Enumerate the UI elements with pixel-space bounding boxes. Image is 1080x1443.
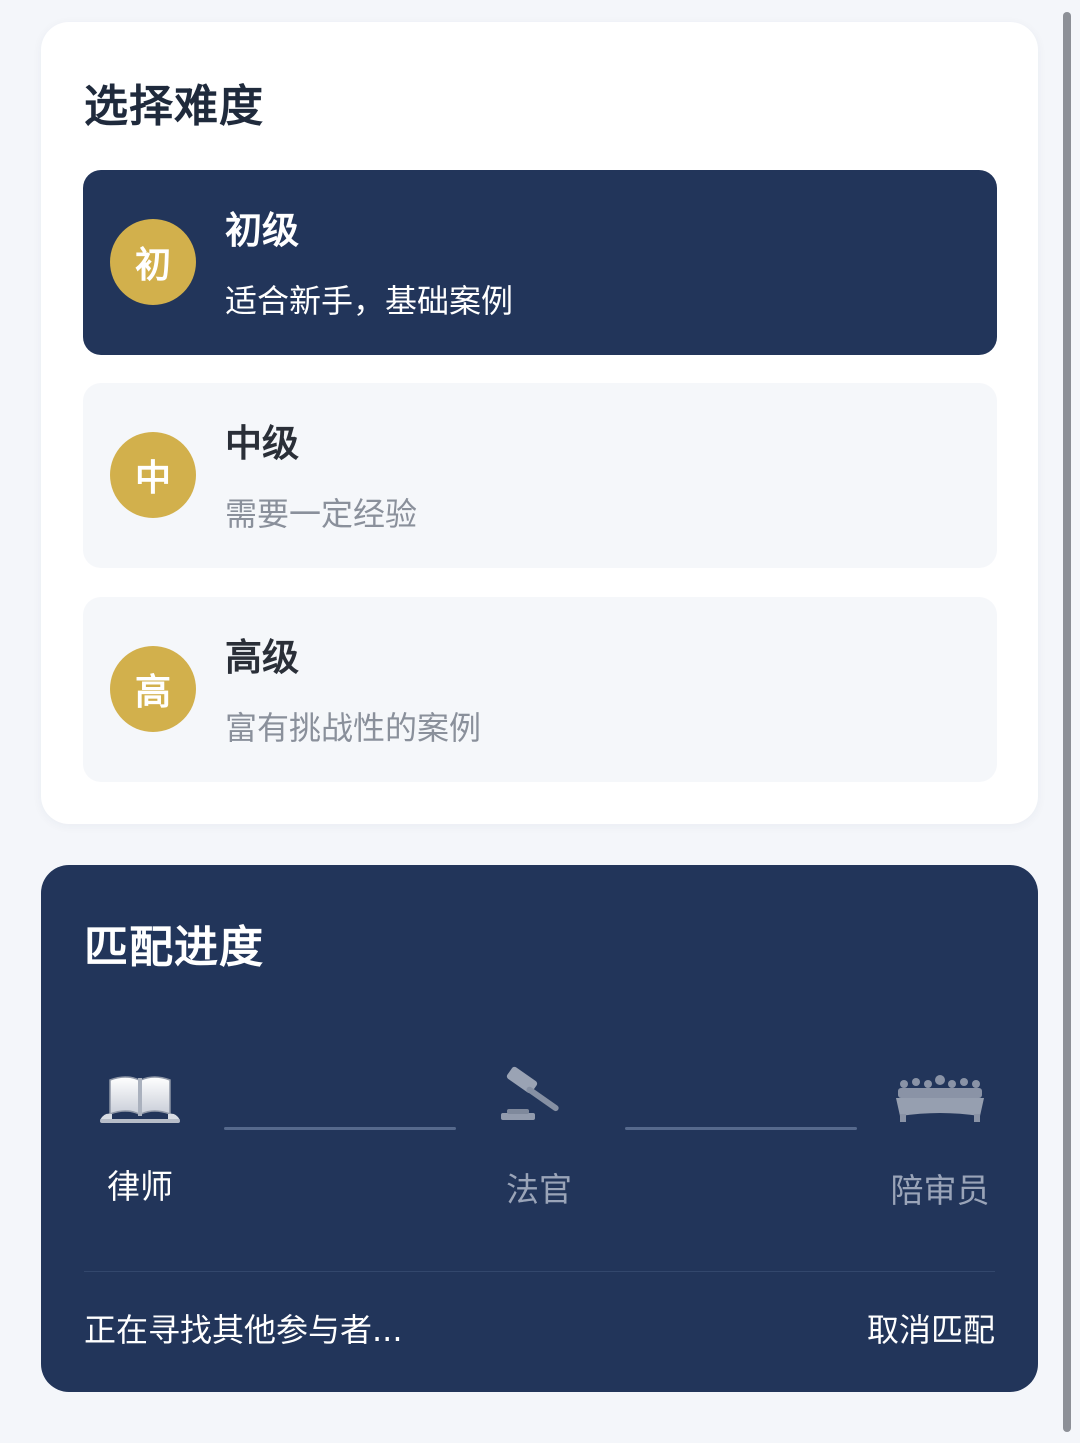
role-label: 法官 [506, 1170, 572, 1209]
level-name: 初级 [225, 209, 299, 252]
page: 选择难度 初 初级 适合新手，基础案例 中 中级 需要一定经验 高 高级 富有挑… [0, 0, 1080, 1443]
role-lawyer: 律师 [70, 1070, 210, 1208]
level-option-advanced[interactable]: 高 高级 富有挑战性的案例 [83, 597, 997, 782]
level-description: 富有挑战性的案例 [225, 709, 482, 747]
level-badge: 高 [110, 646, 196, 732]
progress-connector [224, 1127, 456, 1130]
role-jury: 陪审员 [870, 1070, 1010, 1212]
cancel-match-button[interactable]: 取消匹配 [867, 1305, 995, 1351]
jury-icon [896, 1075, 984, 1122]
role-label: 律师 [107, 1167, 173, 1206]
difficulty-card: 选择难度 初 初级 适合新手，基础案例 中 中级 需要一定经验 高 高级 富有挑… [41, 22, 1038, 824]
gavel-icon [501, 1066, 559, 1120]
role-judge: 法官 [469, 1065, 609, 1211]
level-description: 适合新手，基础案例 [225, 282, 514, 320]
book-icon [100, 1076, 180, 1123]
level-description: 需要一定经验 [225, 495, 418, 533]
progress-connector [625, 1127, 857, 1130]
scrollbar-thumb[interactable] [1063, 12, 1071, 1432]
divider [84, 1271, 995, 1272]
scrollbar[interactable] [1063, 12, 1071, 1432]
progress-title: 匹配进度 [84, 922, 264, 973]
level-option-intermediate[interactable]: 中 中级 需要一定经验 [83, 383, 997, 568]
level-badge: 中 [110, 432, 196, 518]
difficulty-title: 选择难度 [84, 81, 264, 132]
role-label: 陪审员 [890, 1171, 990, 1210]
level-name: 中级 [225, 422, 299, 465]
match-progress-card: 匹配进度 律师 法官 陪审员 正在寻找其他参与者... 取消匹配 [41, 865, 1038, 1392]
level-option-beginner[interactable]: 初 初级 适合新手，基础案例 [83, 170, 997, 355]
level-badge: 初 [110, 219, 196, 305]
match-status-text: 正在寻找其他参与者... [84, 1311, 403, 1349]
level-name: 高级 [225, 636, 299, 679]
